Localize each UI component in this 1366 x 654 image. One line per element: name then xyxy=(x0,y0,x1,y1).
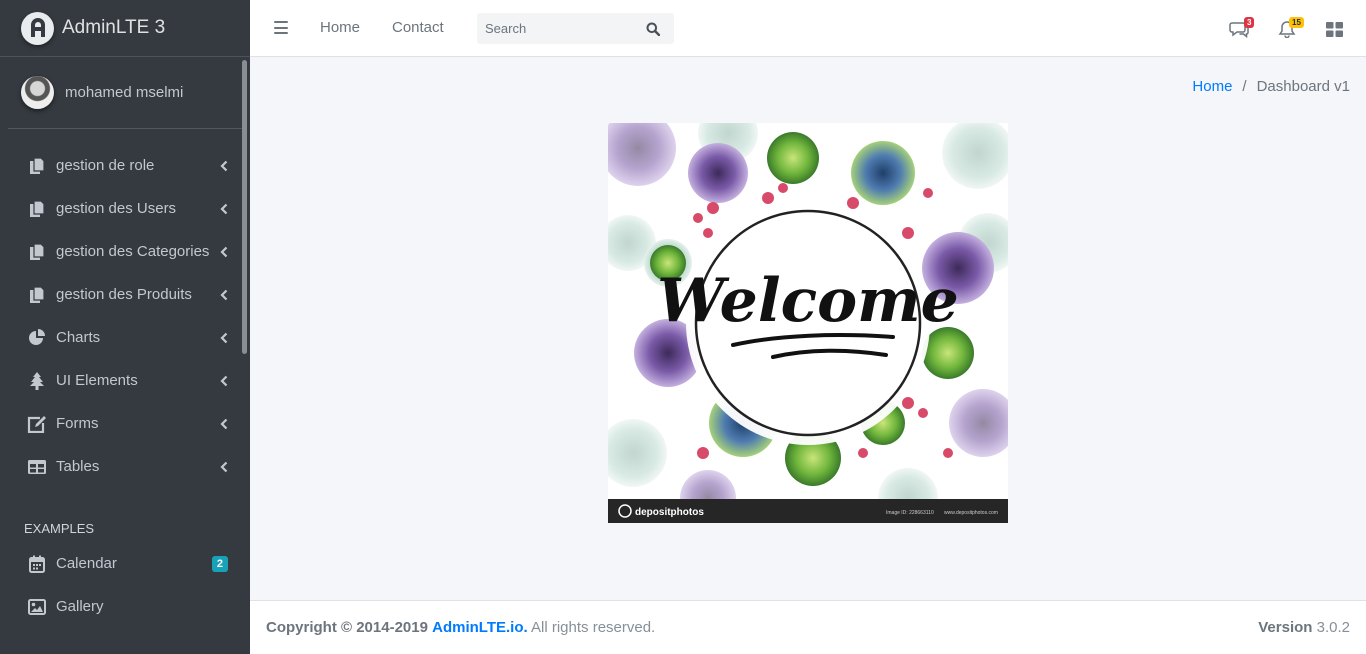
rights-text: All rights reserved. xyxy=(531,619,656,636)
brand-logo-icon xyxy=(21,11,54,45)
chevron-left-icon xyxy=(220,461,228,473)
main-footer: Copyright © 2014-2019 AdminLTE.io. All r… xyxy=(250,600,1366,654)
notifications-icon[interactable]: 15 xyxy=(1276,17,1304,40)
search-input[interactable] xyxy=(477,21,637,36)
sidebar-item-label: gestion des Users xyxy=(56,200,177,217)
chevron-left-icon xyxy=(220,418,228,430)
nav-link-home[interactable]: Home xyxy=(320,19,360,36)
user-name[interactable]: mohamed mselmi xyxy=(65,84,183,101)
sidebar-item-tables[interactable]: Tables xyxy=(0,445,250,488)
pie-chart-icon xyxy=(27,328,47,348)
search-icon[interactable] xyxy=(637,13,669,44)
sidebar-item-label: UI Elements xyxy=(56,372,138,389)
sidebar-item-label: gestion de role xyxy=(56,157,155,174)
apps-grid-icon[interactable] xyxy=(1323,18,1345,40)
sidebar-item-label: Forms xyxy=(56,415,99,432)
breadcrumb: Home / Dashboard v1 xyxy=(1192,78,1350,95)
copy-icon xyxy=(27,242,47,262)
version-number: 3.0.2 xyxy=(1316,619,1350,636)
main-sidebar: AdminLTE 3 mohamed mselmi gestion de rol… xyxy=(0,0,250,654)
sidebar-item-label: gestion des Categories xyxy=(56,243,210,260)
copy-icon xyxy=(27,199,47,219)
watermark-site-text: www.depositphotos.com xyxy=(944,510,998,516)
brand-name: AdminLTE 3 xyxy=(62,17,166,38)
sidebar-item-gestion-des-categories[interactable]: gestion des Categories xyxy=(0,230,250,273)
sidebar-item-charts[interactable]: Charts xyxy=(0,316,250,359)
sidebar-item-gestion-des-users[interactable]: gestion des Users xyxy=(0,187,250,230)
user-avatar xyxy=(21,76,54,109)
version-label: Version xyxy=(1258,619,1313,636)
watermark-text: depositphotos xyxy=(635,507,704,518)
sidebar-item-ui-elements[interactable]: UI Elements xyxy=(0,359,250,402)
sidebar-item-label: gestion des Produits xyxy=(56,286,192,303)
brand-link[interactable]: AdminLTE 3 xyxy=(0,0,250,57)
messages-badge: 3 xyxy=(1244,17,1255,28)
image-icon xyxy=(27,597,47,617)
sidebar-item-forms[interactable]: Forms xyxy=(0,402,250,445)
main-header: Home Contact 3 15 xyxy=(250,0,1366,57)
calendar-badge: 2 xyxy=(211,555,228,572)
sidebar-item-gestion-de-role[interactable]: gestion de role xyxy=(0,144,250,187)
chevron-left-icon xyxy=(220,203,228,215)
table-icon xyxy=(27,457,47,477)
sidebar-item-gestion-des-produits[interactable]: gestion des Produits xyxy=(0,273,250,316)
breadcrumb-current: Dashboard v1 xyxy=(1256,78,1350,95)
notifications-badge: 15 xyxy=(1289,17,1304,28)
sidebar-item-gallery[interactable]: Gallery xyxy=(0,585,250,628)
messages-icon[interactable]: 3 xyxy=(1228,17,1255,40)
sidebar-item-label: Charts xyxy=(56,329,101,346)
chevron-left-icon xyxy=(220,160,228,172)
breadcrumb-separator: / xyxy=(1242,78,1247,95)
welcome-image: Welcome depositphotos Image ID: 22866311… xyxy=(608,123,1008,523)
sidebar-item-label: Tables xyxy=(56,458,100,475)
chevron-left-icon xyxy=(220,289,228,301)
footer-brand-link[interactable]: AdminLTE.io. xyxy=(432,619,528,636)
copy-icon xyxy=(27,156,47,176)
sidebar-item-calendar[interactable]: Calendar 2 xyxy=(0,542,250,585)
image-id-text: Image ID: 228663110 xyxy=(886,510,934,516)
nav-link-contact[interactable]: Contact xyxy=(392,19,444,36)
calendar-icon xyxy=(27,554,47,574)
chevron-left-icon xyxy=(220,246,228,258)
welcome-text: Welcome xyxy=(657,266,959,336)
chevron-left-icon xyxy=(220,332,228,344)
copyright-text: Copyright © 2014-2019 xyxy=(266,619,428,636)
tree-icon xyxy=(27,371,47,391)
chevron-left-icon xyxy=(220,375,228,387)
menu-toggle-icon[interactable] xyxy=(274,21,288,34)
copy-icon xyxy=(27,285,47,305)
edit-icon xyxy=(27,414,47,434)
sidebar-item-label: Calendar xyxy=(56,555,117,572)
user-panel[interactable]: mohamed mselmi xyxy=(8,57,242,129)
sidebar-item-label: Gallery xyxy=(56,598,104,615)
sidebar-menu: gestion de role gestion des Users gestio… xyxy=(0,129,250,628)
sidebar-section-header: EXAMPLES xyxy=(24,521,95,536)
sidebar-scrollbar[interactable] xyxy=(242,60,247,354)
navbar-search xyxy=(477,13,674,44)
breadcrumb-home[interactable]: Home xyxy=(1192,78,1232,95)
